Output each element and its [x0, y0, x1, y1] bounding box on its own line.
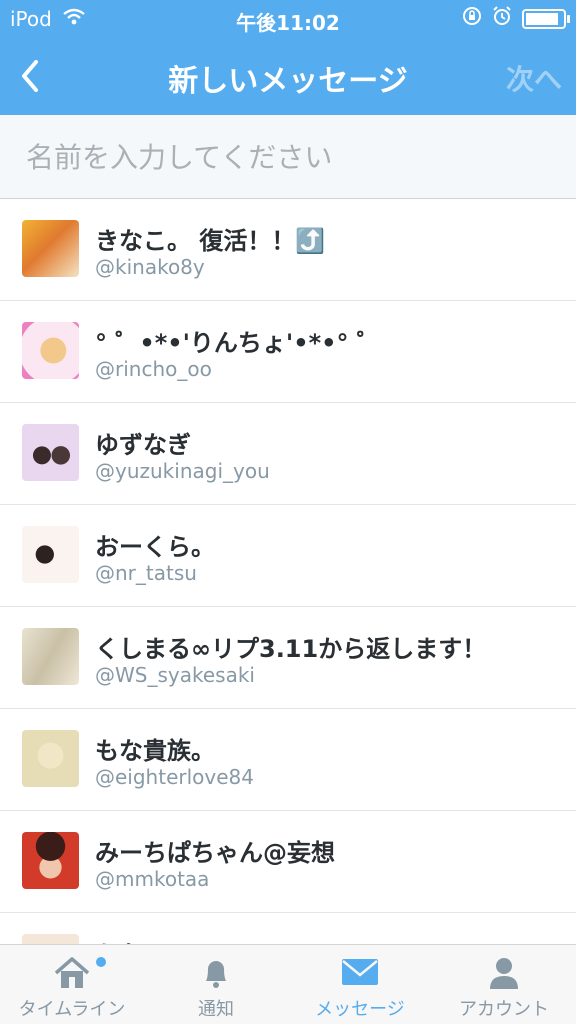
tab-messages[interactable]: メッセージ — [288, 945, 432, 1025]
contact-name: みーちぱちゃん@妄想 — [95, 839, 335, 867]
contact-handle: @rincho_oo — [95, 357, 212, 381]
list-item[interactable]: ゆずなぎ @yuzukinagi_you — [0, 403, 576, 505]
contact-handle: @yuzukinagi_you — [95, 459, 270, 483]
avatar — [22, 832, 79, 889]
contact-handle: @mmkotaa — [95, 867, 210, 891]
tab-notifications[interactable]: 通知 — [144, 945, 288, 1025]
rotation-lock-icon — [462, 6, 482, 31]
avatar — [22, 730, 79, 787]
nav-bar: 新しいメッセージ 次へ — [0, 38, 576, 115]
new-tweets-dot — [96, 957, 106, 967]
list-item[interactable]: おーくら。 @nr_tatsu — [0, 505, 576, 607]
next-button[interactable]: 次へ — [506, 58, 562, 98]
avatar — [22, 220, 79, 277]
tab-account[interactable]: アカウント — [432, 945, 576, 1025]
avatar — [22, 934, 79, 944]
envelope-icon — [340, 955, 380, 993]
page-title: 新しいメッセージ — [168, 64, 408, 99]
recipient-search — [0, 115, 576, 199]
tab-bar: タイムライン 通知 メッセージ アカウント — [0, 944, 576, 1024]
status-bar: iPod 午後11:02 — [0, 0, 576, 38]
contact-name: もな貴族。 — [95, 737, 215, 765]
contact-name: おーくら。 — [95, 533, 215, 561]
recipient-name-input[interactable] — [24, 133, 548, 181]
home-icon — [52, 955, 92, 995]
person-icon — [486, 955, 522, 995]
battery-icon — [522, 8, 570, 29]
list-item[interactable]: くしまる∞リプ3.11から返します！ @WS_syakesaki — [0, 607, 576, 709]
avatar — [22, 322, 79, 379]
contact-name: ゆずなぎ — [95, 431, 191, 459]
avatar — [22, 526, 79, 583]
contact-name: ° ゜•*•'りんちょ'•*•° ゜ — [95, 329, 381, 357]
contact-list: きなこ。 復活！！⤴️ @kinako8y ° ゜•*•'りんちょ'•*•° ゜… — [0, 199, 576, 944]
bell-icon — [198, 955, 234, 995]
list-item[interactable]: ° ゜•*•'りんちょ'•*•° ゜ @rincho_oo — [0, 301, 576, 403]
list-item[interactable]: みーちぱちゃん@妄想 @mmkotaa — [0, 811, 576, 913]
list-item[interactable]: もな貴族。 @eighterlove84 — [0, 709, 576, 811]
contact-name: くしまる∞リプ3.11から返します！ — [95, 635, 487, 663]
header: iPod 午後11:02 新しいメッセージ 次へ — [0, 0, 576, 115]
avatar — [22, 628, 79, 685]
alarm-icon — [492, 6, 512, 31]
list-item[interactable]: かなみ — [0, 913, 576, 944]
contact-name: かなみ — [95, 935, 167, 944]
contact-handle: @nr_tatsu — [95, 561, 197, 585]
tab-timeline[interactable]: タイムライン — [0, 945, 144, 1025]
list-item[interactable]: きなこ。 復活！！⤴️ @kinako8y — [0, 199, 576, 301]
tab-label: タイムライン — [18, 999, 126, 1020]
contact-handle: @eighterlove84 — [95, 765, 254, 789]
avatar — [22, 424, 79, 481]
tab-label: メッセージ — [315, 999, 405, 1020]
contact-name: きなこ。 復活！！⤴️ — [95, 227, 326, 255]
tab-label: アカウント — [459, 999, 549, 1020]
tab-label: 通知 — [198, 999, 234, 1020]
contact-handle: @kinako8y — [95, 255, 205, 279]
contact-handle: @WS_syakesaki — [95, 663, 255, 687]
